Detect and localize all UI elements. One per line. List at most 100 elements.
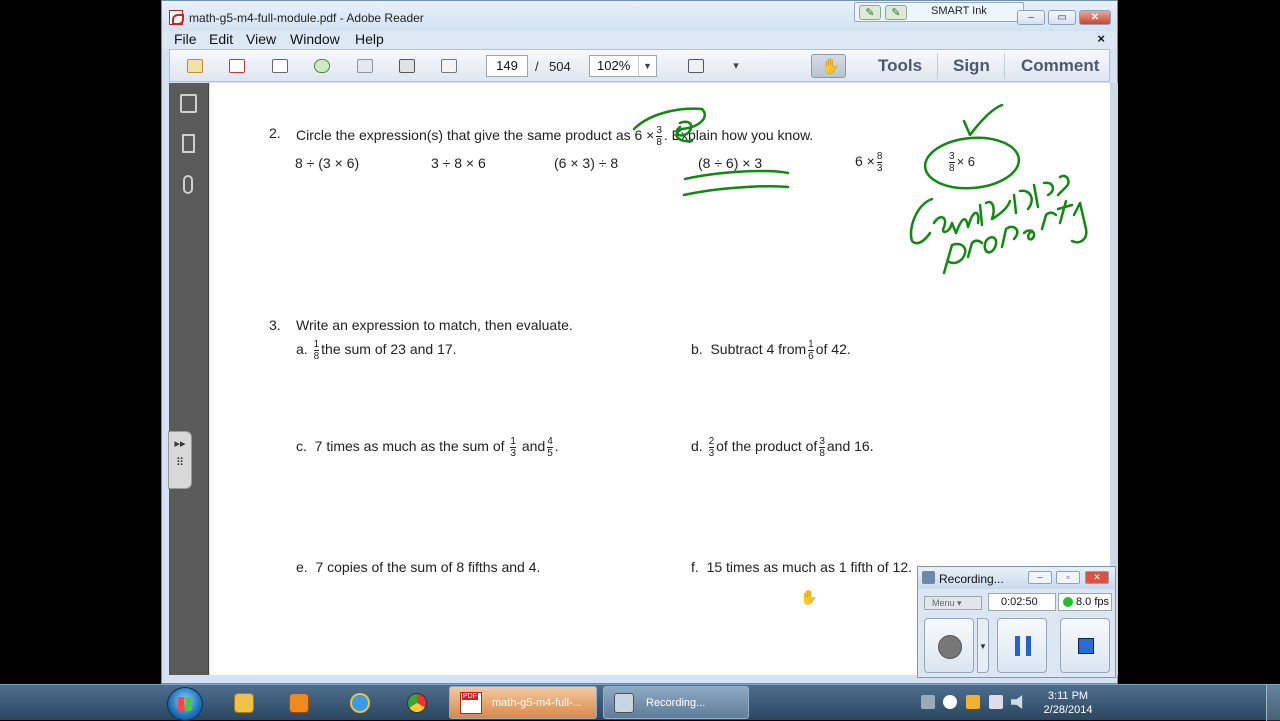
fraction-numerator: 1 xyxy=(313,339,320,351)
show-desktop-button[interactable] xyxy=(1266,685,1280,721)
screen: math-g5-m4-full-module.pdf - Adobe Reade… xyxy=(0,0,1280,721)
fraction: 38 xyxy=(949,151,955,174)
chevron-down-icon[interactable]: ▼ xyxy=(638,56,656,76)
title-bar[interactable]: math-g5-m4-full-module.pdf - Adobe Reade… xyxy=(162,1,1117,31)
upload-cloud-icon[interactable] xyxy=(311,56,333,76)
fraction-denominator: 3 xyxy=(876,163,883,174)
part-a: a. 1 8 the sum of 23 and 17. xyxy=(296,339,457,362)
part-c-text-a: 7 times as much as the sum of xyxy=(314,438,505,455)
taskbar-clock[interactable]: 3:11 PM 2/28/2014 xyxy=(1032,689,1104,717)
pause-icon xyxy=(1015,636,1031,656)
page-separator: / xyxy=(535,59,539,74)
fraction-numerator: 1 xyxy=(808,339,814,351)
attachments-icon[interactable] xyxy=(183,175,193,194)
tray-network-icon[interactable] xyxy=(989,695,1003,709)
question-2-text-b: . Explain how you know. xyxy=(663,127,814,144)
sign-tab[interactable]: Sign xyxy=(953,56,990,76)
record-options-dropdown[interactable]: ▼ xyxy=(977,618,989,673)
fps-value: 8.0 fps xyxy=(1076,596,1110,608)
taskbar-chrome[interactable] xyxy=(394,687,440,719)
toolbar-divider xyxy=(1004,53,1005,79)
taskbar-adobe-reader[interactable]: PDF math-g5-m4-full-... xyxy=(449,686,597,719)
maximize-button[interactable]: ▭ xyxy=(1048,10,1076,25)
recording-fps: 8.0 fps xyxy=(1058,593,1112,611)
menu-window[interactable]: Window xyxy=(290,31,340,48)
stop-icon xyxy=(1078,638,1094,654)
window-title: math-g5-m4-full-module.pdf - Adobe Reade… xyxy=(189,11,424,25)
ink-underline-1 xyxy=(683,169,790,181)
status-dot-icon xyxy=(1063,597,1073,607)
page-number-input[interactable]: 149 xyxy=(486,55,528,77)
smart-ink-label: SMART Ink xyxy=(931,5,987,17)
start-button[interactable] xyxy=(167,687,203,721)
ink-handwriting-commutative xyxy=(909,174,1070,245)
taskbar-media-player[interactable] xyxy=(276,687,322,719)
ink-handwriting-property xyxy=(942,199,1088,275)
menu-edit[interactable]: Edit xyxy=(209,31,233,48)
fraction: 45 xyxy=(547,436,553,459)
tray-volume-icon[interactable] xyxy=(1011,695,1023,709)
part-c-text-c: . xyxy=(554,438,559,455)
recorder-menu-dropdown[interactable]: Menu ▾ xyxy=(924,596,982,610)
fraction-denominator: 3 xyxy=(510,448,516,459)
menu-help[interactable]: Help xyxy=(355,31,384,48)
save-icon[interactable] xyxy=(354,56,376,76)
stop-button[interactable] xyxy=(1060,618,1110,673)
hand-tool-button[interactable]: ✋ xyxy=(811,54,846,78)
comment-tab[interactable]: Comment xyxy=(1021,56,1099,76)
fraction-numerator: 8 xyxy=(876,151,883,163)
zoom-select[interactable]: 102% ▼ xyxy=(589,55,657,77)
tray-shield-icon[interactable] xyxy=(966,695,980,709)
recorder-title: Recording... xyxy=(939,572,1004,586)
chrome-icon xyxy=(407,693,427,713)
edit-pdf-icon[interactable] xyxy=(269,56,291,76)
part-d-text-a: of the product of xyxy=(716,438,818,455)
more-tools-dropdown[interactable]: ▾ xyxy=(725,56,747,76)
close-button[interactable]: ✕ xyxy=(1079,10,1111,25)
open-file-icon[interactable] xyxy=(184,56,206,76)
recorder-minimize-button[interactable]: – xyxy=(1028,571,1052,584)
fraction: 23 xyxy=(708,436,715,459)
fit-page-icon[interactable] xyxy=(685,56,707,76)
zoom-value: 102% xyxy=(597,58,631,73)
close-document-button[interactable]: × xyxy=(1097,31,1105,46)
taskbar-internet-explorer[interactable] xyxy=(337,687,383,719)
part-e-label: e. xyxy=(296,559,308,575)
menu-file[interactable]: File xyxy=(174,31,197,48)
taskbar-recorder[interactable]: Recording... xyxy=(603,686,749,719)
bookmarks-icon[interactable] xyxy=(182,134,195,153)
part-d-label: d. xyxy=(691,438,703,455)
recorder-title-bar[interactable]: Recording... – ▫ ✕ xyxy=(918,567,1115,589)
recorder-close-button[interactable]: ✕ xyxy=(1085,571,1109,584)
fraction-denominator: 5 xyxy=(547,448,553,459)
option-5-prefix: 6 × xyxy=(855,153,875,170)
minimize-button[interactable]: – xyxy=(1017,10,1045,25)
part-b-text-a: Subtract 4 from xyxy=(710,341,807,358)
tray-usb-icon[interactable] xyxy=(921,695,935,709)
menu-view[interactable]: View xyxy=(246,31,276,48)
clock-date: 2/28/2014 xyxy=(1043,704,1093,716)
recorder-maximize-button[interactable]: ▫ xyxy=(1056,571,1080,584)
record-button[interactable] xyxy=(924,618,974,673)
fraction: 18 xyxy=(313,339,320,362)
question-3-number: 3. xyxy=(269,317,281,333)
taskbar-explorer[interactable] xyxy=(221,687,267,719)
smart-ink-toolbar[interactable]: ✎ ✎ SMART Ink xyxy=(854,2,1024,22)
fraction-numerator: 2 xyxy=(708,436,715,448)
pane-expand-handle[interactable]: ▸▸ ⠿ xyxy=(168,431,192,489)
fraction-denominator: 6 xyxy=(808,351,814,362)
smart-pen-icon[interactable]: ✎ xyxy=(859,5,881,20)
hand-cursor-icon: ✋ xyxy=(800,589,818,605)
email-icon[interactable] xyxy=(438,56,460,76)
print-icon[interactable] xyxy=(396,56,418,76)
tray-camera-icon[interactable] xyxy=(943,695,957,709)
page-thumbnails-icon[interactable] xyxy=(180,94,197,113)
part-f-text: 15 times as much as 1 fifth of 12. xyxy=(706,559,912,575)
smart-ink-pen-icon[interactable]: ✎ xyxy=(885,5,907,20)
create-pdf-icon[interactable] xyxy=(226,56,248,76)
part-f: f. 15 times as much as 1 fifth of 12. xyxy=(691,559,912,575)
pause-button[interactable] xyxy=(997,618,1047,673)
tools-tab[interactable]: Tools xyxy=(878,56,922,76)
option-5: 6 × 8 3 xyxy=(855,151,884,174)
fraction: 38 xyxy=(656,125,662,148)
